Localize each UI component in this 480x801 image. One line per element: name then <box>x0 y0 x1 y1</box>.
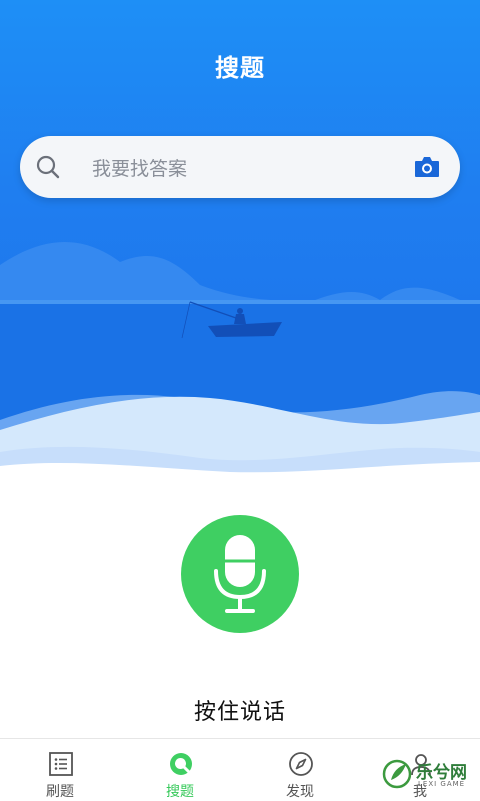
tab-discover[interactable]: 发现 <box>240 739 360 801</box>
search-circle-icon <box>170 753 192 775</box>
tab-label: 搜题 <box>166 784 194 800</box>
page-title: 搜题 <box>215 54 265 82</box>
tab-practice[interactable]: 刷题 <box>0 739 120 801</box>
hero-banner: 搜题 <box>0 0 480 480</box>
leaf-logo-icon <box>382 759 412 789</box>
tab-label: 发现 <box>286 784 314 800</box>
search-icon <box>36 155 60 179</box>
compass-icon <box>289 752 313 776</box>
tab-label: 刷题 <box>46 784 74 800</box>
microphone-icon <box>214 535 266 613</box>
hold-to-talk-label: 按住说话 <box>193 700 286 725</box>
search-input-placeholder[interactable]: 我要找答案 <box>92 154 187 181</box>
tab-search[interactable]: 搜题 <box>120 739 240 801</box>
site-watermark: 乐兮网 LEXI GAME <box>382 756 474 796</box>
list-icon <box>49 752 73 776</box>
camera-icon[interactable] <box>412 152 442 182</box>
search-bar[interactable]: 我要找答案 <box>20 136 460 198</box>
voice-record-button[interactable] <box>181 515 299 633</box>
watermark-subtext: LEXI GAME <box>418 780 466 788</box>
